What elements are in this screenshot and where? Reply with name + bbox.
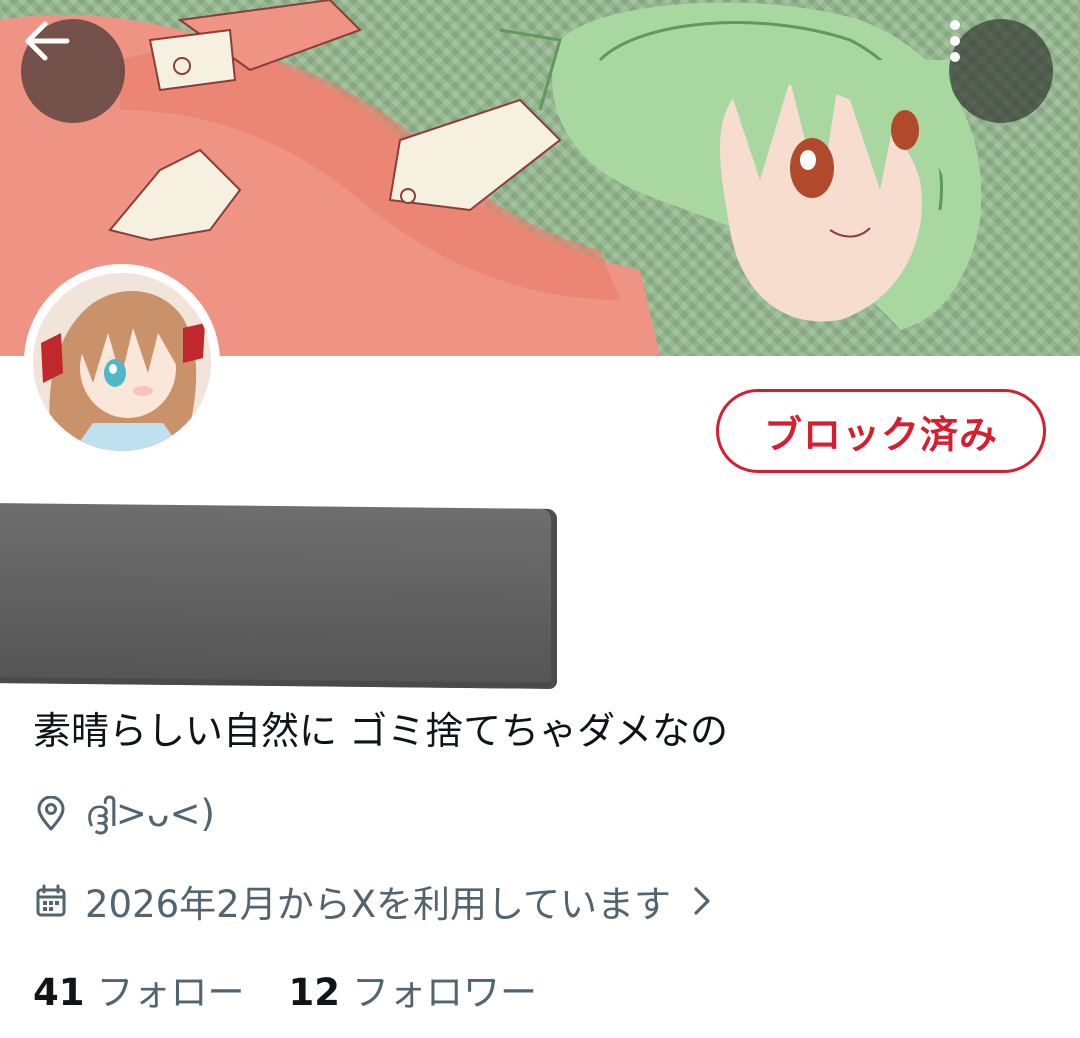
location-pin-icon	[33, 796, 69, 832]
back-button[interactable]	[21, 19, 125, 123]
followers-count: 12	[288, 971, 341, 1014]
following-label: フォロー	[96, 971, 245, 1014]
profile-avatar[interactable]	[24, 264, 220, 460]
blocked-button[interactable]: ブロック済み	[716, 389, 1046, 473]
redacted-name-block	[0, 503, 557, 689]
more-options-button[interactable]	[949, 19, 1053, 123]
location-text: ദ്ദി>ᴗ<)	[85, 792, 215, 835]
profile-bio: 素晴らしい自然に ゴミ捨てちゃダメなの	[33, 709, 728, 753]
joined-text: 2026年2月からXを利用しています	[85, 883, 671, 926]
avatar-image	[33, 273, 211, 451]
following-link[interactable]: 41 フォロー	[33, 962, 245, 1016]
calendar-icon	[33, 883, 69, 919]
chevron-right-icon	[693, 885, 711, 917]
followers-link[interactable]: 12 フォロワー	[289, 962, 538, 1016]
profile-joined[interactable]: 2026年2月からXを利用しています	[33, 874, 711, 928]
followers-label: フォロワー	[352, 971, 537, 1014]
follow-stats: 41 フォロー 12 フォロワー	[33, 962, 537, 1016]
profile-page: ブロック済み 素晴らしい自然に ゴミ捨てちゃダメなの ദ്ദി>ᴗ<) 2026…	[0, 0, 1080, 1038]
following-count: 41	[33, 971, 85, 1014]
profile-location: ദ്ദി>ᴗ<)	[33, 792, 215, 836]
